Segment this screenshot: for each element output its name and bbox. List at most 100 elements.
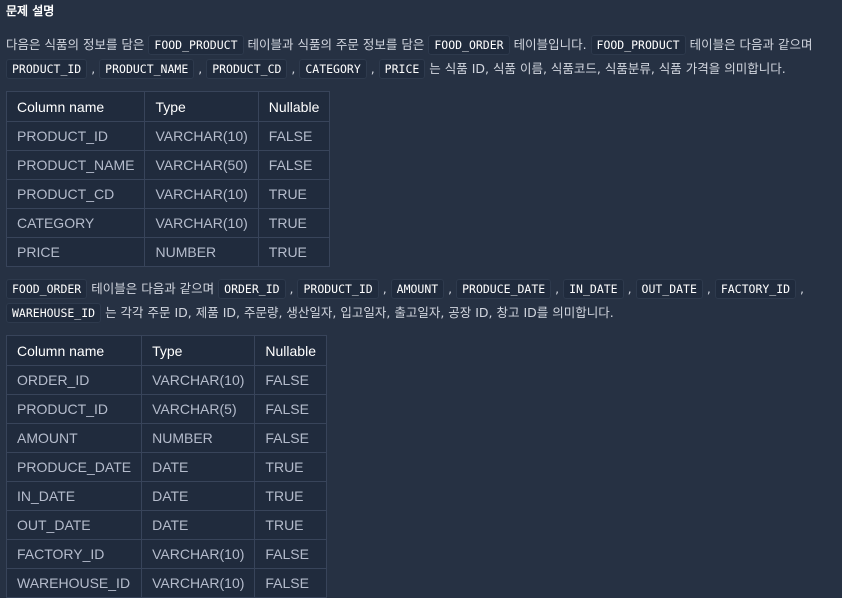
code-amount: AMOUNT	[390, 279, 445, 299]
intro-text: 테이블과 식품의 주문 정보를 담은	[243, 37, 429, 52]
separator: ,	[702, 281, 715, 296]
cell-column-name: PRICE	[5, 237, 146, 267]
intro-line-2: PRODUCT_ID , PRODUCT_NAME , PRODUCT_CD ,…	[6, 57, 842, 81]
table-row: WAREHOUSE_ID VARCHAR(10) FALSE	[5, 568, 327, 598]
intro-text: 다음은 식품의 정보를 담은	[6, 37, 149, 52]
cell-column-name: FACTORY_ID	[5, 539, 143, 569]
code-food-product: FOOD_PRODUCT	[590, 35, 686, 55]
code-in-date: IN_DATE	[563, 279, 624, 299]
cell-column-name: AMOUNT	[5, 423, 143, 453]
cell-type: DATE	[141, 452, 256, 482]
table-row: FACTORY_ID VARCHAR(10) FALSE	[5, 539, 327, 569]
cell-type: VARCHAR(10)	[141, 539, 256, 569]
table-row: AMOUNT NUMBER FALSE	[5, 423, 327, 453]
code-product-name: PRODUCT_NAME	[99, 59, 195, 79]
cell-type: VARCHAR(10)	[144, 179, 259, 209]
cell-type: VARCHAR(50)	[144, 150, 259, 180]
cell-column-name: ORDER_ID	[5, 365, 143, 395]
separator: ,	[366, 61, 379, 76]
code-order-id: ORDER_ID	[218, 279, 286, 299]
intro-text: 는 식품 ID, 식품 이름, 식품코드, 식품분류, 식품 가격을 의미합니다…	[425, 61, 786, 76]
code-warehouse-id: WAREHOUSE_ID	[6, 303, 102, 323]
cell-column-name: OUT_DATE	[5, 510, 143, 540]
separator: ,	[444, 281, 457, 296]
separator: ,	[378, 281, 391, 296]
cell-column-name: CATEGORY	[5, 208, 146, 238]
order-line-2: WAREHOUSE_ID 는 각각 주문 ID, 제품 ID, 주문량, 생산일…	[6, 301, 842, 325]
order-description-paragraph: FOOD_ORDER 테이블은 다음과 같으며 ORDER_ID , PRODU…	[6, 277, 842, 325]
food-product-table: Column name Type Nullable PRODUCT_ID VAR…	[5, 91, 331, 267]
header-column-name: Column name	[5, 335, 143, 366]
table-row: PRICE NUMBER TRUE	[5, 237, 331, 267]
code-category: CATEGORY	[299, 59, 367, 79]
header-nullable: Nullable	[257, 91, 331, 122]
cell-nullable: TRUE	[254, 452, 327, 482]
cell-nullable: FALSE	[254, 568, 327, 598]
table-row: OUT_DATE DATE TRUE	[5, 510, 327, 540]
cell-type: VARCHAR(5)	[141, 394, 256, 424]
cell-nullable: FALSE	[254, 394, 327, 424]
cell-type: VARCHAR(10)	[141, 365, 256, 395]
code-product-id: PRODUCT_ID	[297, 279, 379, 299]
separator: ,	[796, 281, 805, 296]
intro-text: 테이블입니다.	[509, 37, 591, 52]
table-row: PRODUCT_ID VARCHAR(5) FALSE	[5, 394, 327, 424]
table-header-row: Column name Type Nullable	[5, 335, 327, 366]
food-order-table: Column name Type Nullable ORDER_ID VARCH…	[5, 335, 327, 598]
separator: ,	[285, 281, 298, 296]
header-column-name: Column name	[5, 91, 146, 122]
code-factory-id: FACTORY_ID	[714, 279, 797, 299]
code-product-cd: PRODUCT_CD	[206, 59, 288, 79]
code-food-product: FOOD_PRODUCT	[148, 35, 244, 55]
table-header-row: Column name Type Nullable	[5, 91, 331, 122]
cell-type: NUMBER	[141, 423, 256, 453]
header-nullable: Nullable	[254, 335, 327, 366]
table-row: PRODUCT_NAME VARCHAR(50) FALSE	[5, 150, 331, 180]
cell-type: DATE	[141, 481, 256, 511]
intro-line-1: 다음은 식품의 정보를 담은 FOOD_PRODUCT 테이블과 식품의 주문 …	[6, 33, 842, 57]
cell-column-name: PRODUCT_ID	[5, 121, 146, 151]
cell-column-name: PRODUCT_ID	[5, 394, 143, 424]
cell-nullable: TRUE	[257, 179, 331, 209]
cell-nullable: FALSE	[257, 121, 331, 151]
problem-description: 문제 설명 다음은 식품의 정보를 담은 FOOD_PRODUCT 테이블과 식…	[5, 0, 842, 598]
cell-type: VARCHAR(10)	[144, 208, 259, 238]
code-price: PRICE	[378, 59, 426, 79]
header-type: Type	[141, 335, 256, 366]
cell-type: VARCHAR(10)	[144, 121, 259, 151]
cell-column-name: PRODUCT_NAME	[5, 150, 146, 180]
cell-column-name: IN_DATE	[5, 481, 143, 511]
cell-column-name: PRODUCT_CD	[5, 179, 146, 209]
cell-nullable: TRUE	[257, 208, 331, 238]
order-line-1: FOOD_ORDER 테이블은 다음과 같으며 ORDER_ID , PRODU…	[6, 277, 842, 301]
separator: ,	[194, 61, 207, 76]
cell-column-name: PRODUCE_DATE	[5, 452, 143, 482]
intro-text: 테이블은 다음과 같으며	[685, 37, 813, 52]
cell-nullable: TRUE	[257, 237, 331, 267]
cell-column-name: WAREHOUSE_ID	[5, 568, 143, 598]
code-product-id: PRODUCT_ID	[6, 59, 88, 79]
separator: ,	[87, 61, 100, 76]
cell-type: NUMBER	[144, 237, 259, 267]
cell-type: DATE	[141, 510, 256, 540]
cell-type: VARCHAR(10)	[141, 568, 256, 598]
code-food-order: FOOD_ORDER	[428, 35, 510, 55]
separator: ,	[287, 61, 300, 76]
separator: ,	[551, 281, 564, 296]
order-text: 테이블은 다음과 같으며	[87, 281, 219, 296]
table-row: CATEGORY VARCHAR(10) TRUE	[5, 208, 331, 238]
table-row: PRODUCT_CD VARCHAR(10) TRUE	[5, 179, 331, 209]
cell-nullable: FALSE	[254, 539, 327, 569]
code-produce-date: PRODUCE_DATE	[456, 279, 552, 299]
cell-nullable: TRUE	[254, 510, 327, 540]
cell-nullable: TRUE	[254, 481, 327, 511]
cell-nullable: FALSE	[254, 423, 327, 453]
separator: ,	[623, 281, 636, 296]
table-row: ORDER_ID VARCHAR(10) FALSE	[5, 365, 327, 395]
section-title: 문제 설명	[6, 4, 55, 18]
header-type: Type	[144, 91, 259, 122]
order-text: 는 각각 주문 ID, 제품 ID, 주문량, 생산일자, 입고일자, 출고일자…	[101, 305, 614, 320]
cell-nullable: FALSE	[254, 365, 327, 395]
table-row: PRODUCE_DATE DATE TRUE	[5, 452, 327, 482]
cell-nullable: FALSE	[257, 150, 331, 180]
